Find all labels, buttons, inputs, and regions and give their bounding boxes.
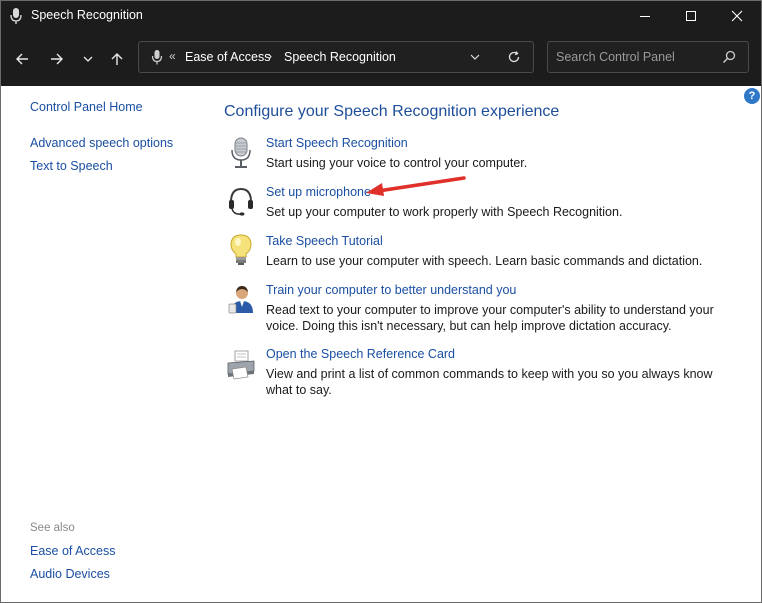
- advanced-speech-options-link[interactable]: Advanced speech options: [30, 136, 173, 150]
- maximize-icon: [686, 11, 696, 21]
- maximize-button[interactable]: [668, 0, 714, 32]
- text-to-speech-link[interactable]: Text to Speech: [30, 159, 113, 173]
- control-panel-home-link[interactable]: Control Panel Home: [30, 100, 143, 114]
- user-training-icon: [226, 283, 256, 317]
- close-icon: [731, 10, 743, 22]
- forward-arrow-icon: [51, 53, 63, 65]
- speech-recognition-window: Speech Recognition « Ease of Access › Sp…: [0, 0, 762, 603]
- address-dropdown-button[interactable]: [469, 49, 481, 70]
- set-up-microphone-desc: Set up your computer to work properly wi…: [266, 205, 623, 219]
- close-button[interactable]: [714, 0, 760, 32]
- up-button[interactable]: [104, 46, 130, 72]
- page-title: Configure your Speech Recognition experi…: [224, 103, 560, 120]
- help-icon[interactable]: ?: [744, 88, 760, 104]
- open-speech-reference-card-desc: View and print a list of common commands…: [266, 367, 713, 397]
- minimize-icon: [640, 16, 650, 17]
- train-computer-desc: Read text to your computer to improve yo…: [266, 303, 714, 333]
- window-title: Speech Recognition: [31, 8, 143, 22]
- forward-button[interactable]: [44, 46, 70, 72]
- search-box[interactable]: [547, 41, 749, 73]
- annotation-arrow: [366, 176, 466, 196]
- ease-of-access-link[interactable]: Ease of Access: [30, 544, 115, 558]
- audio-devices-link[interactable]: Audio Devices: [30, 567, 110, 581]
- start-speech-recognition-link[interactable]: Start Speech Recognition: [266, 136, 408, 150]
- printer-icon: [226, 347, 256, 381]
- headset-icon: [226, 184, 256, 218]
- set-up-microphone-link[interactable]: Set up microphone: [266, 185, 371, 199]
- refresh-button[interactable]: [507, 49, 521, 70]
- start-speech-recognition-desc: Start using your voice to control your c…: [266, 156, 528, 170]
- open-speech-reference-card-link[interactable]: Open the Speech Reference Card: [266, 347, 455, 361]
- microphone-icon: [226, 136, 256, 170]
- refresh-icon: [508, 51, 520, 63]
- breadcrumb-ease-of-access[interactable]: Ease of Access: [185, 50, 270, 64]
- microphone-icon: [151, 49, 163, 70]
- lightbulb-icon: [226, 233, 256, 267]
- take-speech-tutorial-desc: Learn to use your computer with speech. …: [266, 254, 703, 268]
- back-button[interactable]: [9, 46, 35, 72]
- navigation-bar: « Ease of Access › Speech Recognition: [0, 32, 762, 86]
- train-computer-link[interactable]: Train your computer to better understand…: [266, 283, 516, 297]
- breadcrumb-speech-recognition[interactable]: Speech Recognition: [284, 50, 396, 64]
- take-speech-tutorial-link[interactable]: Take Speech Tutorial: [266, 234, 383, 248]
- up-arrow-icon: [111, 53, 123, 65]
- breadcrumb-separator[interactable]: ›: [268, 49, 272, 63]
- microphone-icon: [9, 7, 23, 25]
- back-arrow-icon: [16, 53, 28, 65]
- chevron-down-icon: [470, 54, 480, 60]
- search-icon[interactable]: [722, 50, 736, 69]
- chevron-down-icon: [83, 56, 93, 62]
- title-bar: Speech Recognition: [0, 0, 762, 32]
- recent-locations-button[interactable]: [75, 46, 101, 72]
- address-bar[interactable]: « Ease of Access › Speech Recognition: [138, 41, 534, 73]
- see-also-label: See also: [30, 522, 75, 534]
- search-input[interactable]: [556, 48, 716, 66]
- address-overflow[interactable]: «: [169, 49, 176, 63]
- minimize-button[interactable]: [622, 0, 668, 32]
